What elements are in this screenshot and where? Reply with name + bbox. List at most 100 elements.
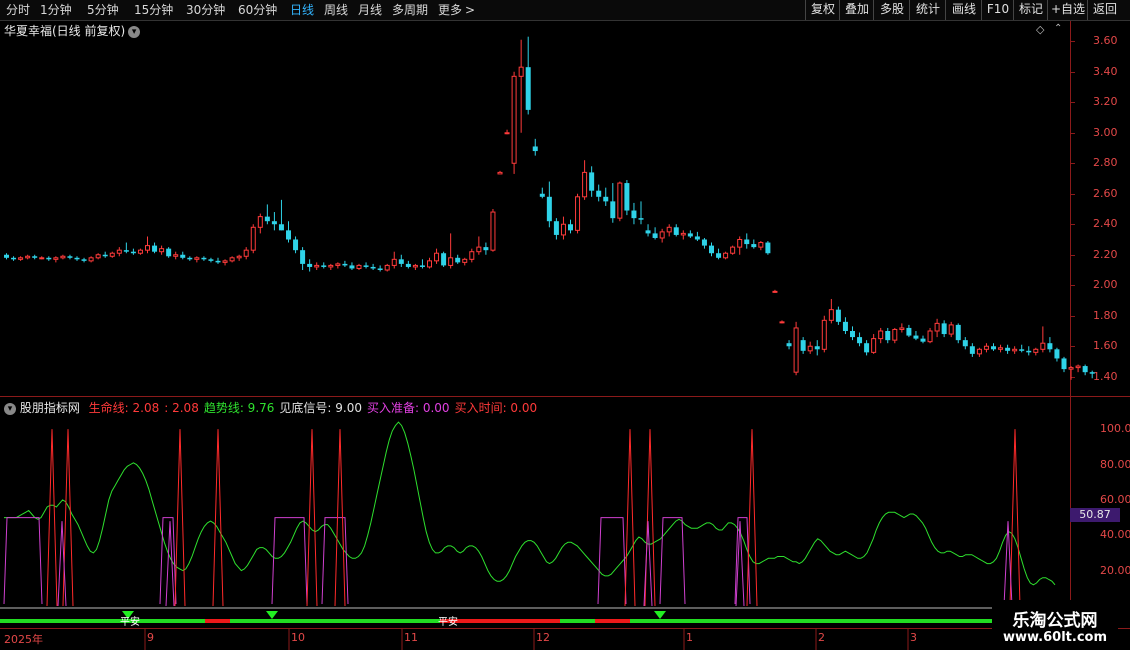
candle-body xyxy=(497,171,503,175)
candle-body xyxy=(441,253,447,266)
candle-body xyxy=(384,264,390,271)
candle-body xyxy=(913,335,919,339)
candle-body xyxy=(1047,343,1053,350)
candle-body xyxy=(67,256,73,258)
candle-body xyxy=(962,340,968,347)
date-label-9: 9 xyxy=(147,631,154,644)
candle-body xyxy=(991,346,996,350)
candle-body xyxy=(300,250,306,264)
candle-body xyxy=(377,268,383,270)
right-side-panel[interactable] xyxy=(1121,21,1130,650)
candle-body xyxy=(850,331,855,338)
candle-body xyxy=(455,257,461,263)
candle-body xyxy=(145,245,150,251)
date-label-3: 3 xyxy=(910,631,917,644)
candle-body xyxy=(1033,348,1039,353)
candle-body xyxy=(998,347,1004,350)
candle-body xyxy=(680,232,686,236)
candle-body xyxy=(250,226,256,251)
candle-body xyxy=(391,258,397,266)
candle-body xyxy=(652,233,658,238)
candle-body xyxy=(1075,365,1081,369)
candle-body xyxy=(871,338,877,353)
candle-body xyxy=(864,343,870,353)
candle-body xyxy=(899,327,905,330)
candle-body xyxy=(857,337,863,344)
bottom-signal-icon xyxy=(266,611,278,619)
bottom-signal-label: 平安 xyxy=(438,615,458,628)
candle-body xyxy=(215,260,221,263)
candle-body xyxy=(560,223,566,236)
candle-body xyxy=(74,257,80,260)
candle-body xyxy=(596,190,602,197)
candle-body xyxy=(525,67,531,110)
candle-body xyxy=(314,264,320,268)
chart-canvas[interactable]: 平安 平安 xyxy=(0,0,1130,650)
date-label-11: 11 xyxy=(404,631,418,644)
candle-body xyxy=(892,328,898,341)
candle-body xyxy=(187,257,193,260)
candle-body xyxy=(159,248,165,253)
candle-body xyxy=(553,221,559,235)
candle-body xyxy=(95,254,101,259)
candle-body xyxy=(730,246,736,254)
candle-body xyxy=(18,257,24,260)
watermark: 乐淘公式网 www.60lt.com xyxy=(992,600,1118,650)
candle-body xyxy=(342,263,348,266)
candle-body xyxy=(11,257,17,260)
candle-body xyxy=(307,263,313,267)
date-label-12: 12 xyxy=(536,631,550,644)
candle-body xyxy=(286,230,291,240)
candle-body xyxy=(1082,366,1088,373)
candle-body xyxy=(582,171,588,198)
candle-body xyxy=(1019,349,1025,351)
candle-body xyxy=(123,250,129,252)
candle-body xyxy=(603,196,609,202)
candle-body xyxy=(744,239,750,245)
candle-body xyxy=(370,266,376,269)
candle-body xyxy=(716,253,722,258)
watermark-url: www.60lt.com xyxy=(1002,630,1108,645)
candle-body xyxy=(772,290,778,293)
candle-body xyxy=(321,265,327,267)
buy-time-spike xyxy=(1009,429,1021,607)
candle-body xyxy=(927,330,933,343)
date-label-2: 2 xyxy=(818,631,825,644)
candle-body xyxy=(568,224,573,231)
candle-body xyxy=(1005,347,1011,351)
candle-body xyxy=(800,340,806,351)
candle-body xyxy=(271,221,277,225)
buy-prep-block xyxy=(597,517,627,605)
candle-body xyxy=(152,245,158,252)
candle-body xyxy=(976,348,982,355)
candle-body xyxy=(814,346,820,350)
candle-body xyxy=(257,216,263,228)
candle-body xyxy=(983,345,989,350)
candle-body xyxy=(765,242,771,254)
candle-body xyxy=(130,251,136,254)
candle-body xyxy=(349,265,355,269)
candle-body xyxy=(694,236,700,240)
buy-time-spike xyxy=(644,429,656,607)
candle-body xyxy=(842,321,848,331)
candle-body xyxy=(469,251,475,260)
buy-prep-block xyxy=(3,517,43,605)
candle-body xyxy=(1012,348,1018,352)
candle-body xyxy=(645,230,651,234)
candle-body xyxy=(539,193,545,197)
candle-body xyxy=(723,252,729,259)
candle-body xyxy=(666,226,672,233)
buy-time-spike xyxy=(624,429,636,607)
candle-body xyxy=(109,252,115,257)
candle-body xyxy=(81,259,87,261)
candle-body xyxy=(793,327,799,373)
candle-body xyxy=(828,309,834,321)
candle-body xyxy=(955,324,961,341)
candle-body xyxy=(116,249,122,254)
candle-body xyxy=(941,323,947,335)
candle-body xyxy=(243,249,249,257)
candle-body xyxy=(1061,358,1067,370)
candle-body xyxy=(1040,342,1046,350)
candle-body xyxy=(878,330,884,340)
candle-body xyxy=(102,254,108,257)
